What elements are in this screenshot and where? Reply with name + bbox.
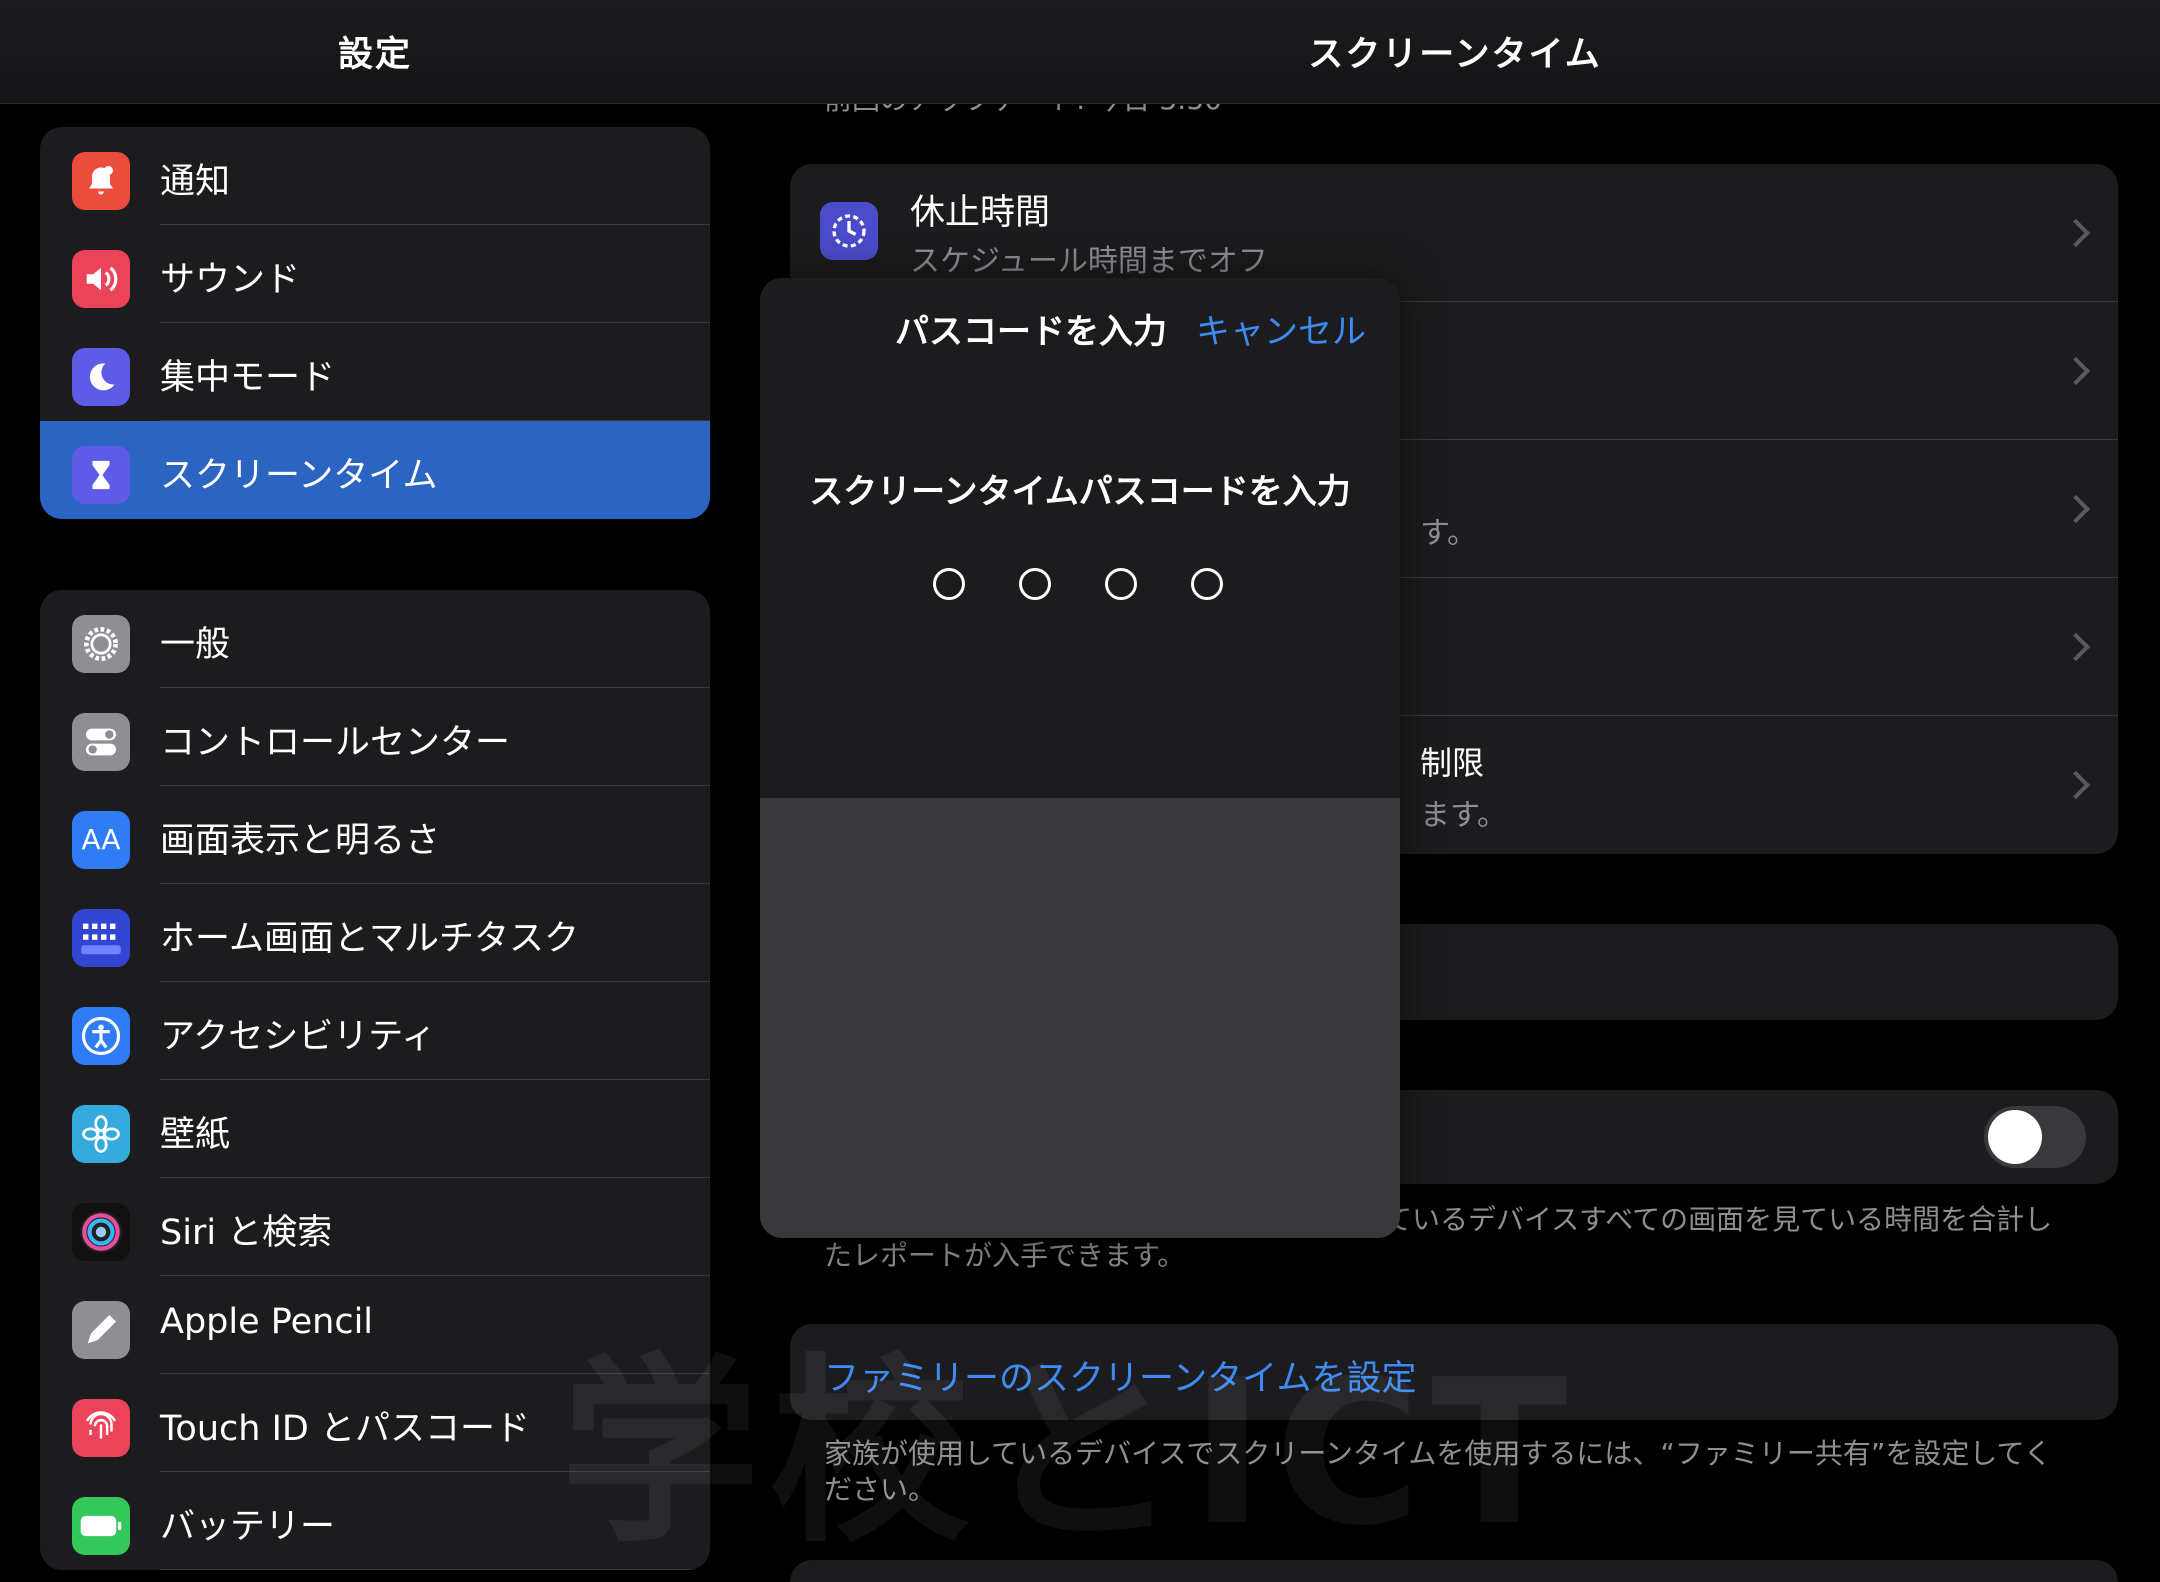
fingerprint-icon [72, 1399, 130, 1457]
chevron-right-icon [2061, 632, 2091, 662]
row-title-partial: 制限 [1420, 744, 1485, 782]
sidebar-item-label: コントロールセンター [160, 723, 511, 763]
battery-icon [72, 1497, 130, 1555]
downtime-subtitle: スケジュール時間までオフ [910, 244, 1268, 279]
passcode-digit-1 [933, 568, 965, 600]
watermark: 学校とICT [560, 1337, 1578, 1570]
toggle-knob [1988, 1110, 2042, 1164]
chevron-right-icon [2061, 770, 2091, 800]
text-size-icon: AA [72, 811, 130, 869]
sidebar-item-label: ホーム画面とマルチタスク [160, 919, 579, 959]
sidebar-group-1: 通知 サウンド 集中モード スクリーンタイム [40, 127, 710, 519]
sidebar-item-label: スクリーンタイム [160, 456, 438, 496]
sidebar-item-notifications[interactable]: 通知 [40, 127, 710, 225]
modal-title: パスコードを入力 [895, 312, 1167, 352]
speaker-icon [72, 250, 130, 308]
sidebar-title: 設定 [337, 35, 412, 75]
toggles-icon [72, 713, 130, 771]
sidebar-header: 設定 [0, 0, 750, 104]
downtime-title: 休止時間 [910, 193, 1051, 233]
chevron-right-icon [2061, 218, 2091, 248]
main-header: スクリーンタイム [750, 0, 2160, 104]
sidebar-item-control-center[interactable]: コントロールセンター [40, 688, 710, 786]
sidebar-item-label: Siri と検索 [160, 1213, 333, 1253]
page-title: スクリーンタイム [1308, 35, 1602, 75]
sidebar-item-label: Apple Pencil [160, 1302, 374, 1342]
row-subtitle-partial: ます。 [1420, 798, 1507, 833]
passcode-modal: パスコードを入力 キャンセル スクリーンタイムパスコードを入力 [760, 278, 1400, 1238]
sidebar-item-screen-time[interactable]: スクリーンタイム [40, 421, 710, 519]
sidebar-item-label: 壁紙 [160, 1115, 231, 1155]
pencil-icon [72, 1301, 130, 1359]
siri-icon [72, 1203, 130, 1261]
passcode-digit-4 [1191, 568, 1223, 600]
sidebar-item-home-screen[interactable]: ホーム画面とマルチタスク [40, 884, 710, 982]
sidebar-item-label: サウンド [160, 260, 301, 300]
passcode-digit-2 [1019, 568, 1051, 600]
gear-icon [72, 615, 130, 673]
passcode-digit-3 [1105, 568, 1137, 600]
sidebar-item-accessibility[interactable]: アクセシビリティ [40, 982, 710, 1080]
sidebar-item-label: 集中モード [160, 358, 336, 398]
accessibility-icon [72, 1007, 130, 1065]
home-grid-icon [72, 909, 130, 967]
sidebar-item-siri[interactable]: Siri と検索 [40, 1178, 710, 1276]
passcode-prompt: スクリーンタイムパスコードを入力 [809, 472, 1351, 512]
sidebar-item-label: 通知 [160, 162, 231, 202]
row-subtitle-partial: す。 [1420, 516, 1477, 551]
sidebar-item-label: アクセシビリティ [160, 1017, 437, 1057]
hourglass-icon [72, 446, 130, 504]
chevron-right-icon [2061, 356, 2091, 386]
bell-icon [72, 152, 130, 210]
sidebar-item-wallpaper[interactable]: 壁紙 [40, 1080, 710, 1178]
sidebar-item-focus[interactable]: 集中モード [40, 323, 710, 421]
sidebar-item-label: Touch ID とパスコード [160, 1409, 530, 1449]
moon-icon [72, 348, 130, 406]
sidebar-item-label: バッテリー [160, 1507, 336, 1547]
sidebar-item-label: 画面表示と明るさ [160, 821, 441, 861]
sidebar-item-general[interactable]: 一般 [40, 590, 710, 688]
chevron-right-icon [2061, 494, 2091, 524]
share-footer-line2: たレポートが入手できます。 [824, 1239, 1186, 1272]
flower-icon [72, 1105, 130, 1163]
sidebar-item-sound[interactable]: サウンド [40, 225, 710, 323]
sidebar-item-display[interactable]: AA 画面表示と明るさ [40, 786, 710, 884]
keypad-area[interactable] [760, 798, 1400, 1238]
downtime-icon [820, 202, 878, 260]
share-across-devices-toggle[interactable] [1984, 1106, 2086, 1168]
cancel-button[interactable]: キャンセル [1196, 304, 1366, 353]
sidebar-item-label: 一般 [160, 625, 231, 665]
